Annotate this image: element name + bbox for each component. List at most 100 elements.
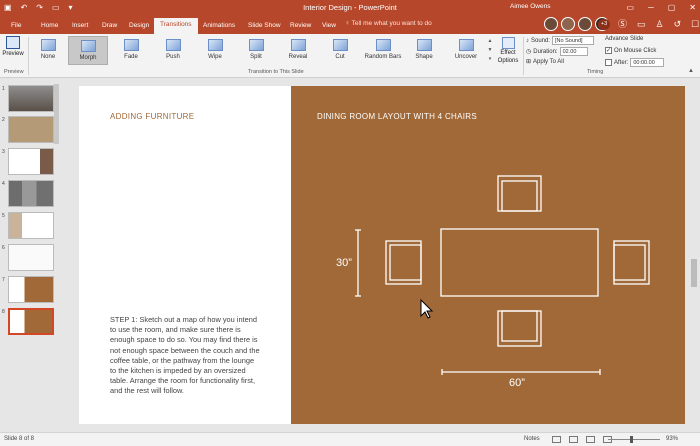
morph-transition-icon bbox=[80, 40, 96, 52]
ribbon-display-icon[interactable]: ▭ bbox=[627, 1, 635, 14]
slide-left-title[interactable]: ADDING FURNITURE bbox=[110, 112, 194, 121]
tab-transitions[interactable]: Transitions bbox=[154, 18, 198, 34]
scrollbar-thumb[interactable] bbox=[691, 259, 697, 287]
apply-to-all-button[interactable]: ⊞ Apply To All bbox=[526, 58, 564, 66]
sound-select[interactable]: [No Sound] bbox=[552, 36, 595, 45]
zoom-slider[interactable] bbox=[608, 436, 660, 443]
push-transition-icon bbox=[165, 39, 181, 51]
slide-thumbnail[interactable]: 3 bbox=[0, 147, 60, 177]
duration-input[interactable]: 02.00 bbox=[559, 47, 588, 56]
slide-sorter-icon[interactable] bbox=[569, 436, 578, 443]
tab-file[interactable]: File bbox=[5, 19, 27, 34]
slide-thumbnail[interactable]: 2 bbox=[0, 115, 60, 145]
slide-thumbnails-pane: 1 2 3 4 5 6 7 8 bbox=[0, 79, 60, 432]
share-icon[interactable]: ♙ bbox=[656, 18, 664, 31]
more-coauthors-badge[interactable]: +3 bbox=[598, 19, 610, 30]
split-transition-icon bbox=[248, 39, 264, 51]
transition-none[interactable]: None bbox=[28, 36, 68, 65]
none-transition-icon bbox=[40, 39, 56, 51]
gallery-more-icon[interactable]: ▾ bbox=[486, 55, 494, 64]
user-name[interactable]: Aimee Owens bbox=[510, 3, 550, 10]
thumbnails-scrollbar[interactable] bbox=[54, 84, 59, 144]
random-bars-transition-icon bbox=[375, 39, 391, 51]
maximize-icon[interactable]: ▢ bbox=[668, 1, 676, 14]
on-mouse-click-checkbox[interactable]: ✓ bbox=[605, 47, 612, 54]
slide-thumbnail[interactable]: 5 bbox=[0, 211, 60, 241]
transition-fade[interactable]: Fade bbox=[111, 36, 151, 65]
transition-reveal[interactable]: Reveal bbox=[278, 36, 318, 65]
after-checkbox[interactable] bbox=[605, 59, 612, 66]
slide-thumbnail-active[interactable]: 8 bbox=[0, 307, 60, 337]
collapse-ribbon-icon[interactable]: ▲ bbox=[688, 68, 694, 74]
close-icon[interactable]: ✕ bbox=[689, 1, 696, 14]
tab-design[interactable]: Design bbox=[123, 19, 155, 34]
transition-random-bars[interactable]: Random Bars bbox=[360, 36, 406, 65]
tell-me-box[interactable]: ♀ Tell me what you want to do bbox=[345, 20, 432, 27]
slide-thumbnail[interactable]: 4 bbox=[0, 179, 60, 209]
tab-insert[interactable]: Insert bbox=[66, 19, 94, 34]
avatar[interactable] bbox=[578, 17, 592, 31]
window-title: Interior Design - PowerPoint bbox=[303, 3, 397, 12]
dining-table-shape bbox=[440, 228, 599, 297]
avatar[interactable] bbox=[561, 17, 575, 31]
sound-icon: ♪ bbox=[526, 37, 529, 44]
tab-draw[interactable]: Draw bbox=[96, 19, 123, 34]
skype-icon[interactable]: Ⓢ bbox=[618, 18, 627, 31]
tab-view[interactable]: View bbox=[316, 19, 342, 34]
slide-right-panel: DINING ROOM LAYOUT WITH 4 CHAIRS 30” 60” bbox=[291, 86, 685, 424]
tab-animations[interactable]: Animations bbox=[197, 19, 241, 34]
after-input[interactable]: 00:00.00 bbox=[630, 58, 665, 67]
slide-indicator: Slide 8 of 8 bbox=[4, 436, 35, 442]
dining-layout-diagram bbox=[355, 175, 650, 375]
ribbon-tabs: File Home Insert Draw Design Transitions… bbox=[0, 16, 700, 34]
window-controls: ▭ ─ ▢ ✕ bbox=[627, 1, 697, 14]
chair-left-shape bbox=[385, 240, 422, 285]
gallery-scroll[interactable]: ▲ ▼ ▾ bbox=[486, 37, 494, 65]
fade-transition-icon bbox=[123, 39, 139, 51]
ribbon: Preview Preview None Morph Fade Push Wip… bbox=[0, 34, 700, 78]
slide-vertical-scrollbar[interactable] bbox=[690, 86, 698, 424]
slide-step-text[interactable]: STEP 1: Sketch out a map of how you inte… bbox=[110, 315, 260, 397]
height-dimension-label: 30” bbox=[336, 257, 352, 269]
advance-slide-label: Advance Slide bbox=[605, 36, 644, 42]
transition-push[interactable]: Push bbox=[153, 36, 193, 65]
effect-options-button[interactable]: Effect Options bbox=[496, 37, 520, 65]
tab-slide-show[interactable]: Slide Show bbox=[242, 19, 287, 34]
tab-home[interactable]: Home bbox=[35, 19, 64, 34]
slide-thumbnail[interactable]: 6 bbox=[0, 243, 60, 273]
sound-row: ♪ Sound: [No Sound] bbox=[526, 36, 595, 45]
notes-button[interactable]: Notes bbox=[524, 436, 540, 442]
comments-icon[interactable]: ▭ bbox=[637, 18, 646, 31]
uncover-transition-icon bbox=[458, 39, 474, 51]
transition-wipe[interactable]: Wipe bbox=[195, 36, 235, 65]
reveal-transition-icon bbox=[290, 39, 306, 51]
gallery-down-icon[interactable]: ▼ bbox=[486, 46, 494, 55]
chair-right-shape bbox=[613, 240, 650, 285]
preview-button[interactable]: Preview bbox=[2, 36, 24, 57]
slide-thumbnail[interactable]: 7 bbox=[0, 275, 60, 305]
mouse-cursor-icon bbox=[420, 299, 434, 319]
comment-icon[interactable]: ☐ bbox=[691, 18, 699, 31]
group-divider bbox=[523, 37, 524, 75]
ribbon-right-icons: Ⓢ ▭ ♙ ↺ ☐ bbox=[618, 18, 699, 31]
gallery-up-icon[interactable]: ▲ bbox=[486, 37, 494, 46]
minimize-icon[interactable]: ─ bbox=[648, 1, 654, 14]
transition-cut[interactable]: Cut bbox=[320, 36, 360, 65]
transition-uncover[interactable]: Uncover bbox=[446, 36, 486, 65]
effect-options-icon bbox=[501, 37, 515, 49]
transition-split[interactable]: Split bbox=[236, 36, 276, 65]
transitions-group-label: Transition to This Slide bbox=[248, 69, 304, 75]
transition-morph[interactable]: Morph bbox=[68, 36, 108, 65]
cut-transition-icon bbox=[332, 39, 348, 51]
slide-canvas[interactable]: ADDING FURNITURE STEP 1: Sketch out a ma… bbox=[79, 86, 685, 424]
zoom-slider-knob[interactable] bbox=[630, 436, 633, 443]
tab-review[interactable]: Review bbox=[284, 19, 317, 34]
slide-thumbnail[interactable]: 1 bbox=[0, 84, 60, 114]
status-bar: Slide 8 of 8 Notes 93% bbox=[0, 432, 700, 446]
reading-view-icon[interactable] bbox=[586, 436, 595, 443]
transition-shape[interactable]: Shape bbox=[404, 36, 444, 65]
avatar[interactable] bbox=[544, 17, 558, 31]
normal-view-icon[interactable] bbox=[552, 436, 561, 443]
zoom-level[interactable]: 93% bbox=[666, 436, 678, 442]
activity-icon[interactable]: ↺ bbox=[674, 18, 682, 31]
